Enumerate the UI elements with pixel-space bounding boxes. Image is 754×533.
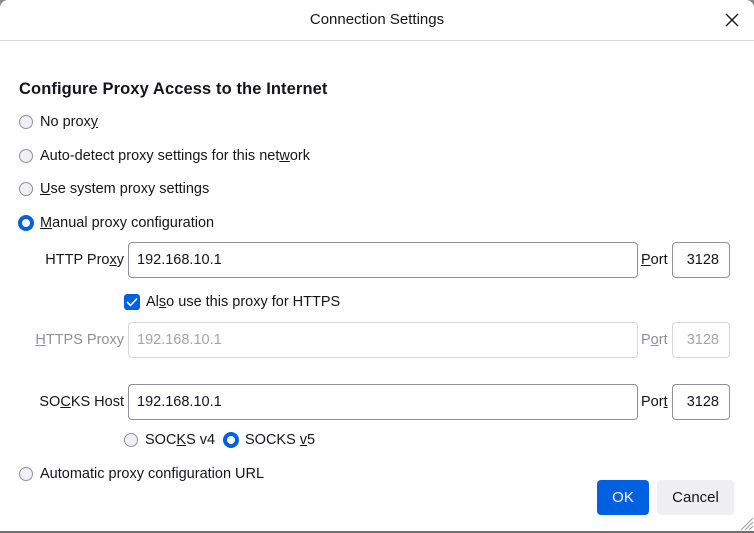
radio-auto-detect[interactable]: Auto-detect proxy settings for this netw… bbox=[19, 145, 310, 167]
radio-system-proxy[interactable]: Use system proxy settings bbox=[19, 178, 209, 200]
radio-label: Manual proxy configuration bbox=[40, 215, 215, 231]
cancel-button[interactable]: Cancel bbox=[657, 480, 734, 515]
dialog-content: Configure Proxy Access to the Internet N… bbox=[0, 41, 754, 482]
https-proxy-label: HTTPS Proxy bbox=[35, 332, 124, 348]
radio-label: SOCKS v4 bbox=[145, 432, 216, 448]
ok-button[interactable]: OK bbox=[597, 480, 649, 515]
radio-socks-v5[interactable]: SOCKS v5 bbox=[223, 429, 316, 451]
http-port-input[interactable] bbox=[672, 242, 730, 278]
radio-no-proxy[interactable]: No proxy bbox=[19, 111, 98, 133]
radio-label: Use system proxy settings bbox=[40, 181, 210, 197]
http-port-label: Port bbox=[641, 252, 668, 268]
socks-host-label: SOCKS Host bbox=[39, 394, 124, 410]
close-icon[interactable] bbox=[724, 12, 740, 28]
also-use-for-https-checkbox[interactable]: Also use this proxy for HTTPS bbox=[124, 291, 340, 313]
radio-icon bbox=[124, 433, 138, 447]
resize-grip-icon[interactable] bbox=[738, 515, 754, 531]
dialog-title: Connection Settings bbox=[309, 11, 445, 28]
https-port-input bbox=[672, 322, 730, 358]
checkbox-label: Also use this proxy for HTTPS bbox=[146, 294, 341, 310]
dialog-titlebar: Connection Settings bbox=[0, 0, 754, 41]
socks-port-input[interactable] bbox=[672, 384, 730, 420]
radio-icon bbox=[19, 115, 33, 129]
radio-selected-icon bbox=[223, 432, 239, 448]
https-proxy-input bbox=[128, 322, 638, 358]
checkbox-checked-icon bbox=[124, 294, 140, 310]
socks-host-input[interactable] bbox=[128, 384, 638, 420]
radio-label: Automatic proxy configuration URL bbox=[40, 466, 265, 482]
section-heading: Configure Proxy Access to the Internet bbox=[19, 80, 328, 98]
radio-icon bbox=[19, 467, 33, 481]
radio-label: No proxy bbox=[40, 114, 99, 130]
radio-icon bbox=[19, 149, 33, 163]
radio-auto-config-url[interactable]: Automatic proxy configuration URL bbox=[19, 463, 264, 482]
radio-manual-proxy[interactable]: Manual proxy configuration bbox=[18, 212, 215, 234]
radio-socks-v4[interactable]: SOCKS v4 bbox=[124, 429, 215, 451]
https-port-label: Port bbox=[641, 332, 668, 348]
radio-label: SOCKS v5 bbox=[245, 432, 316, 448]
socks-port-label: Port bbox=[641, 394, 668, 410]
radio-selected-icon bbox=[18, 215, 34, 231]
radio-label: Auto-detect proxy settings for this netw… bbox=[40, 148, 311, 164]
http-proxy-input[interactable] bbox=[128, 242, 638, 278]
radio-icon bbox=[19, 182, 33, 196]
http-proxy-label: HTTP Proxy bbox=[45, 252, 124, 268]
connection-settings-dialog: Connection Settings Configure Proxy Acce… bbox=[0, 0, 754, 533]
